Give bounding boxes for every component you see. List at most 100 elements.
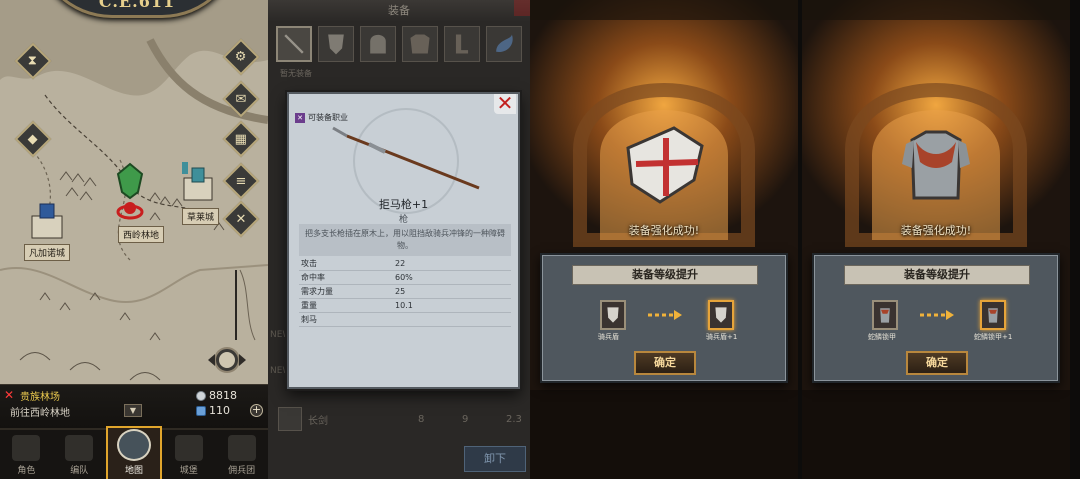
sword-icon: [284, 34, 304, 54]
nav-map[interactable]: 地图: [105, 426, 163, 479]
row-value-1: 8: [418, 413, 425, 425]
nav-label: 佣兵团: [228, 466, 256, 476]
gem-value: 110: [209, 404, 230, 417]
stat-value: 22: [395, 259, 406, 268]
upgrade-title: 装备等级提升: [572, 265, 758, 285]
scroll-icon: ≡: [235, 173, 247, 189]
city-marker-b[interactable]: [28, 198, 66, 244]
forge-panel-armor: 装备强化成功! 装备等级提升 蛇鳞锁甲 蛇鳞锁甲+1 确定: [802, 0, 1070, 479]
upgrade-result-box: 装备等级提升 蛇鳞锁甲 蛇鳞锁甲+1 确定: [812, 253, 1060, 383]
stat-row: 刺马: [299, 313, 511, 327]
nav-formation[interactable]: 编队: [53, 430, 106, 479]
silver-coin-icon: [196, 390, 206, 401]
stat-row: 需求力量 25: [299, 285, 511, 299]
equipment-slot-row: [276, 26, 522, 62]
item-after-label: 蛇鳞锁甲+1: [974, 333, 1013, 341]
upgrade-arrow-icon: [648, 310, 682, 320]
chainmail-icon: [880, 308, 890, 323]
stat-value: 60%: [395, 273, 413, 282]
stat-key: 刺马: [301, 315, 317, 324]
stat-key: 需求力量: [301, 287, 333, 296]
forge-background: [802, 0, 1070, 479]
equipment-list-row[interactable]: 长剑 8 9 2.3: [278, 404, 528, 434]
mail-icon: ✉: [235, 91, 247, 107]
collapse-button[interactable]: ▼: [124, 404, 142, 417]
item-after-icon: [708, 300, 734, 330]
slot-helmet[interactable]: [360, 26, 396, 62]
stat-row: 命中率 60%: [299, 271, 511, 285]
slot-armor[interactable]: [402, 26, 438, 62]
stat-row: 攻击 22: [299, 257, 511, 271]
location-marker-west-forest[interactable]: [112, 162, 148, 226]
armor-icon: [410, 34, 430, 54]
world-map-panel: C.E.611 ⧗ ⚙ ✉ ▦ ≡ ✕ ◆ 西岭林地 草莱城 凡加诺城 ✕ 贵族…: [0, 0, 268, 479]
gem-icon: [196, 405, 206, 416]
upgrade-result-box: 装备等级提升 骑兵盾 骑兵盾+1 确定: [540, 253, 788, 383]
confirm-button[interactable]: 确定: [906, 351, 968, 375]
forge-panel-shield: 装备强化成功! 装备等级提升 骑兵盾 骑兵盾+1 确定: [530, 0, 798, 479]
nav-label: 编队: [70, 466, 89, 476]
forge-success-text: 装备强化成功!: [628, 224, 700, 237]
row-value-3: 2.3: [506, 413, 522, 425]
era-label: C.E.611: [98, 0, 176, 11]
close-icon[interactable]: ✕: [494, 94, 516, 114]
nav-label: 角色: [17, 466, 36, 476]
silver-resource: 8818: [196, 389, 237, 402]
quest-subtitle[interactable]: 前往西岭林地: [10, 404, 70, 419]
accessory-icon: [496, 34, 513, 52]
confirm-button[interactable]: 确定: [634, 351, 696, 375]
nav-castle[interactable]: 城堡: [162, 430, 215, 479]
equipment-panel: 装备 暂无装备 NEW NEW 长剑 8 9 2.3 卸下 ✕ ✕ 可装备职业 …: [268, 0, 530, 479]
city-marker-a[interactable]: [178, 160, 218, 206]
row-name: 长剑: [308, 415, 328, 427]
boots-icon: [455, 34, 469, 54]
row-value-2: 9: [462, 413, 469, 425]
location-label-city-b: 凡加诺城: [24, 244, 71, 261]
stat-key: 重量: [301, 301, 317, 310]
formation-icon: [65, 435, 94, 461]
item-after-label: 骑兵盾+1: [706, 333, 738, 341]
nav-label: 城堡: [179, 466, 198, 476]
item-description: 把多支长枪插在原木上，用以阻挡敌骑兵冲锋的一种障碍物。: [299, 224, 511, 256]
slot-weapon[interactable]: [276, 26, 312, 62]
world-map[interactable]: C.E.611 ⧗ ⚙ ✉ ▦ ≡ ✕ ◆ 西岭林地 草莱城 凡加诺城: [0, 0, 268, 428]
chainmail-icon: [988, 308, 998, 323]
quest-info-strip: ✕ 贵族林场 前往西岭林地 ▼ 8818 110 +: [0, 384, 268, 428]
stat-value: 25: [395, 287, 406, 296]
quest-title[interactable]: 贵族林场: [20, 388, 60, 403]
nav-mercenary[interactable]: 佣兵团: [215, 430, 268, 479]
location-label-west-forest: 西岭林地: [118, 226, 165, 243]
stat-value: 10.1: [395, 301, 413, 310]
slot-boots[interactable]: [444, 26, 480, 62]
compass-right-icon: [239, 354, 246, 366]
map-compass[interactable]: [206, 346, 248, 374]
stat-key: 攻击: [301, 259, 317, 268]
unequip-button[interactable]: 卸下: [464, 446, 526, 472]
calendar-icon: ▦: [234, 131, 248, 147]
shield-icon: [328, 34, 344, 55]
slot-shield[interactable]: [318, 26, 354, 62]
sword-icon: [278, 407, 302, 431]
silver-value: 8818: [209, 389, 237, 402]
forge-background: [530, 0, 798, 479]
helmet-icon: [370, 34, 386, 54]
slot-accessory[interactable]: [486, 26, 522, 62]
chevron-down-icon: ▼: [129, 406, 137, 415]
item-stats: 攻击 22 命中率 60% 需求力量 25 重量 10.1 刺马: [299, 257, 511, 327]
castle-icon: [174, 435, 203, 461]
character-icon: [12, 435, 41, 461]
add-gem-button[interactable]: +: [250, 404, 263, 417]
item-detail-popup: ✕ ✕ 可装备职业 拒马枪+1 枪 把多支长枪插在原木上，用以阻挡敌骑兵冲锋的一…: [287, 92, 520, 389]
quest-close-icon[interactable]: ✕: [4, 389, 16, 401]
item-before-icon: [872, 300, 898, 330]
arrow-icon: ◆: [28, 131, 38, 147]
mercenary-icon: [227, 435, 256, 461]
nav-character[interactable]: 角色: [0, 430, 53, 479]
spear-icon: [332, 126, 480, 190]
nav-label: 地图: [124, 466, 143, 476]
location-label-city-a: 草莱城: [182, 208, 220, 225]
shield-icon: [607, 307, 619, 323]
forge-success-text: 装备强化成功!: [900, 224, 972, 237]
equipment-title: 装备: [388, 4, 410, 17]
class-icon: ✕: [295, 112, 305, 123]
